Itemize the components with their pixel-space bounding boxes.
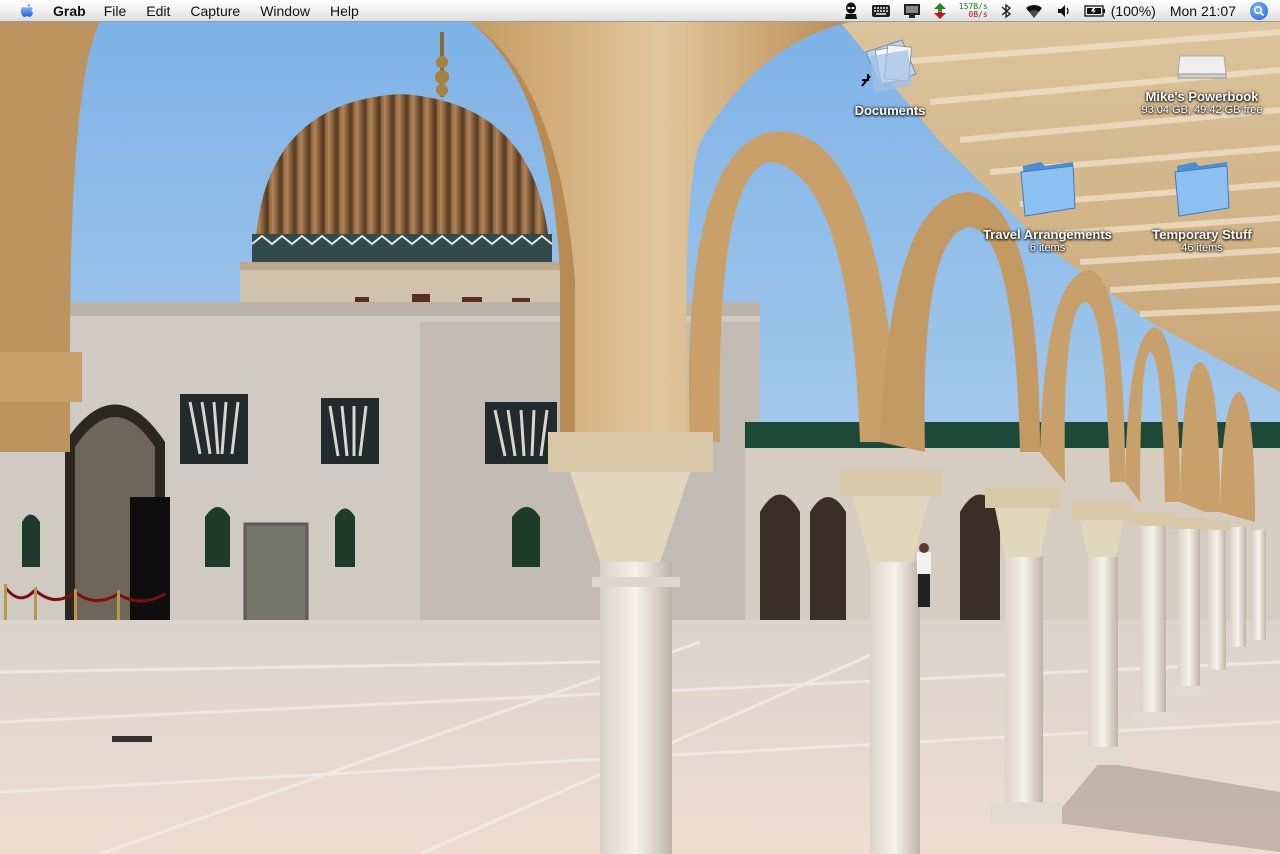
volume-icon[interactable] (1056, 0, 1072, 22)
bluetooth-icon[interactable] (1000, 0, 1012, 22)
menu-help[interactable]: Help (320, 3, 369, 19)
hard-drive-icon (1177, 55, 1227, 79)
desktop[interactable]: Documents Mike's Powerbook 93.04 GB, 49.… (0, 22, 1280, 854)
desktop-icon-info: 6 items (1029, 242, 1066, 254)
menu-clock[interactable]: Mon 21:07 (1170, 3, 1236, 19)
menu-file[interactable]: File (94, 3, 137, 19)
menu-bar: Grab File Edit Capture Window Help 157B/… (0, 0, 1280, 22)
desktop-icon-powerbook[interactable]: Mike's Powerbook 93.04 GB, 49.42 GB free (1135, 50, 1269, 116)
menu-edit[interactable]: Edit (136, 3, 180, 19)
spotlight-icon[interactable] (1250, 2, 1268, 20)
desktop-icon-documents[interactable]: Documents (845, 34, 935, 118)
desktop-icon-info: 93.04 GB, 49.42 GB free (1141, 104, 1263, 116)
folder-icon (1019, 162, 1076, 217)
keyboard-icon[interactable] (871, 0, 891, 22)
desktop-icon-label: Temporary Stuff (1152, 227, 1252, 242)
wifi-icon[interactable] (1024, 0, 1044, 22)
desktop-icon-label: Mike's Powerbook (1145, 89, 1259, 104)
desktop-icon-label: Documents (854, 103, 926, 118)
battery-icon (1084, 5, 1105, 17)
desktop-wallpaper (0, 22, 1280, 854)
menu-capture[interactable]: Capture (180, 3, 250, 19)
desktop-icon-label: Travel Arrangements (983, 227, 1112, 242)
network-down-rate: 0B/s (968, 10, 988, 19)
display-icon[interactable] (903, 0, 921, 22)
folder-icon (1174, 162, 1230, 217)
desktop-icon-travel-arrangements[interactable]: Travel Arrangements 6 items (975, 158, 1120, 254)
desktop-icon-info: 46 items (1181, 242, 1223, 254)
menu-extras: 157B/s 0B/s (100%) Mon 21:07 (837, 0, 1280, 22)
battery-indicator[interactable]: (100%) (1084, 0, 1156, 22)
documents-folder-icon (861, 39, 917, 92)
alien-icon[interactable] (843, 0, 859, 22)
desktop-icon-temporary-stuff[interactable]: Temporary Stuff 46 items (1137, 158, 1267, 254)
menu-app-name[interactable]: Grab (45, 3, 94, 19)
network-meter[interactable]: 157B/s 0B/s (959, 0, 988, 22)
sync-arrows-icon[interactable] (933, 0, 947, 22)
alias-arrow-icon (861, 74, 871, 87)
apple-logo-icon[interactable] (17, 2, 37, 20)
battery-percent: (100%) (1110, 3, 1156, 19)
menu-window[interactable]: Window (250, 3, 320, 19)
